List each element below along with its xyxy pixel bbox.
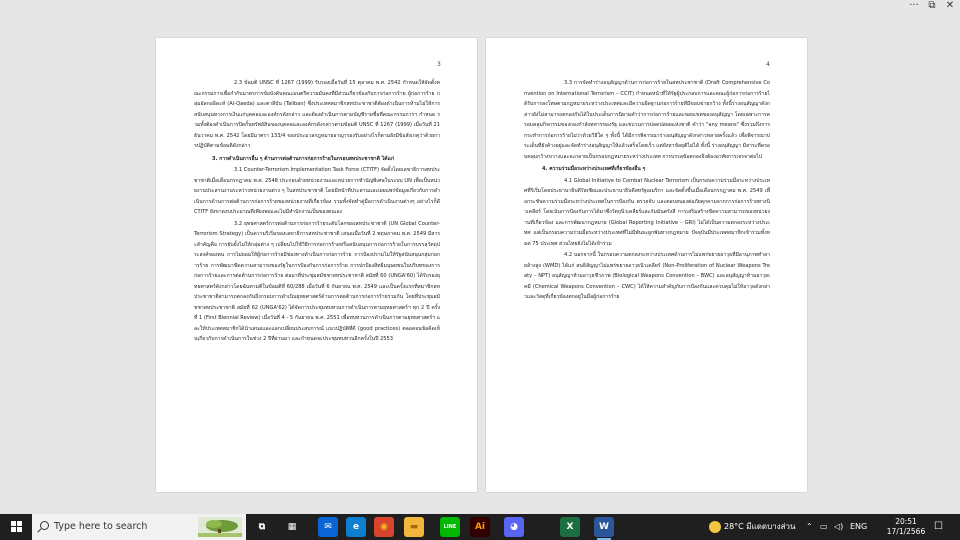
word-taskbar-button[interactable]: W xyxy=(594,517,614,540)
tray-overflow-button[interactable]: ⌃ xyxy=(806,514,813,540)
mail-taskbar-button[interactable]: ✉ xyxy=(318,517,338,537)
language-indicator[interactable]: ENG xyxy=(850,514,867,540)
discord-icon: ◕ xyxy=(510,522,518,532)
page-body: 3.3 การจัดทำร่างอนุสัญญาด้านการก่อการร้า… xyxy=(524,78,770,303)
calculator-icon: ▦ xyxy=(287,522,297,532)
heading-section-4: 4. ความร่วมมือระหว่างประเทศที่เกี่ยวข้อง… xyxy=(542,166,646,172)
restore-button[interactable]: ⧉ xyxy=(922,0,942,14)
document-page-4[interactable]: 4 3.3 การจัดทำร่างอนุสัญญาด้านการก่อการร… xyxy=(486,38,807,492)
heading-section-3: 3. การดำเนินการอื่น ๆ ด้านการต่อต้านการก… xyxy=(212,155,394,162)
volume-icon: ◁) xyxy=(834,522,844,531)
mail-icon: ✉ xyxy=(324,522,332,532)
illustrator-taskbar-button[interactable]: Ai xyxy=(470,517,490,537)
clock-date: 17/1/2566 xyxy=(886,527,926,536)
task-view-taskbar-button[interactable]: ⧉ xyxy=(252,517,272,537)
line-icon: LINE xyxy=(443,524,457,530)
paragraph-2-3: 2.3 ข้อมติ UNSC ที่ 1267 (1999) รับรองเม… xyxy=(194,80,440,149)
search-icon xyxy=(40,521,49,530)
file-explorer-taskbar-button[interactable]: ▬ xyxy=(404,517,424,537)
clock-time: 20:51 xyxy=(895,517,917,526)
close-icon: ✕ xyxy=(945,0,955,11)
document-page-3[interactable]: 3 2.3 ข้อมติ UNSC ที่ 1267 (1999) รับรอง… xyxy=(156,38,477,492)
page-body: 2.3 ข้อมติ UNSC ที่ 1267 (1999) รับรองเม… xyxy=(194,78,440,345)
calculator-taskbar-button[interactable]: ▦ xyxy=(282,517,302,537)
restore-icon: ⧉ xyxy=(928,0,936,11)
file-explorer-icon: ▬ xyxy=(409,522,419,532)
search-box[interactable]: Type here to search xyxy=(32,514,246,540)
page-number: 4 xyxy=(766,61,770,68)
close-button[interactable]: ✕ xyxy=(940,0,960,14)
volume-control[interactable]: ◁) xyxy=(834,514,843,540)
word-icon: W xyxy=(599,522,609,532)
chrome-taskbar-button[interactable]: ◉ xyxy=(374,517,394,537)
paragraph-4-1: 4.1 Global Initiative to Combat Nuclear … xyxy=(524,177,770,247)
clock[interactable]: 20:51 17/1/2566 xyxy=(886,517,926,537)
paragraph-3-3: 3.3 การจัดทำร่างอนุสัญญาด้านการก่อการร้า… xyxy=(524,80,770,160)
notification-button[interactable]: ☐ xyxy=(934,514,943,540)
task-view-icon: ⧉ xyxy=(258,522,266,532)
chevron-up-icon: ⌃ xyxy=(806,522,813,531)
illustrator-icon: Ai xyxy=(474,522,486,532)
page-number: 3 xyxy=(437,61,441,68)
discord-taskbar-button[interactable]: ◕ xyxy=(504,517,524,537)
excel-taskbar-button[interactable]: X xyxy=(560,517,580,537)
language-label: ENG xyxy=(850,522,868,531)
line-taskbar-button[interactable]: LINE xyxy=(440,517,460,537)
window-title-bar: ··· ⧉ ✕ xyxy=(0,0,960,14)
taskbar: Type here to search ⧉ ▦ ✉ e ◉ ▬ LINE Ai ◕ X W 28°C… xyxy=(0,514,960,540)
network-status[interactable]: ▭ xyxy=(820,514,828,540)
more-options-button[interactable]: ··· xyxy=(904,0,924,14)
edge-icon: e xyxy=(352,522,360,532)
edge-taskbar-button[interactable]: e xyxy=(346,517,366,537)
paragraph-3-1: 3.1 Counter-Terrorism Implementation Tas… xyxy=(194,167,440,215)
weather-icon xyxy=(709,520,721,533)
chrome-icon: ◉ xyxy=(380,522,388,532)
search-placeholder: Type here to search xyxy=(54,521,148,532)
paragraph-4-2: 4.2 นอกจากนี้ ในกรอบความตกลงระหว่างประเท… xyxy=(524,252,770,300)
search-highlight-icon xyxy=(198,517,242,537)
network-icon: ▭ xyxy=(820,522,828,531)
paragraph-3-2: 3.2 ยุทธศาสตร์การต่อต้านการก่อการร้ายระด… xyxy=(194,220,440,343)
excel-icon: X xyxy=(566,522,574,532)
weather-widget[interactable]: 28°C มีแดดบางส่วน xyxy=(709,514,795,540)
notification-icon: ☐ xyxy=(934,521,943,532)
weather-text: 28°C มีแดดบางส่วน xyxy=(724,522,796,531)
start-button[interactable] xyxy=(0,514,32,540)
windows-logo-icon xyxy=(11,521,22,532)
more-icon: ··· xyxy=(909,0,919,11)
